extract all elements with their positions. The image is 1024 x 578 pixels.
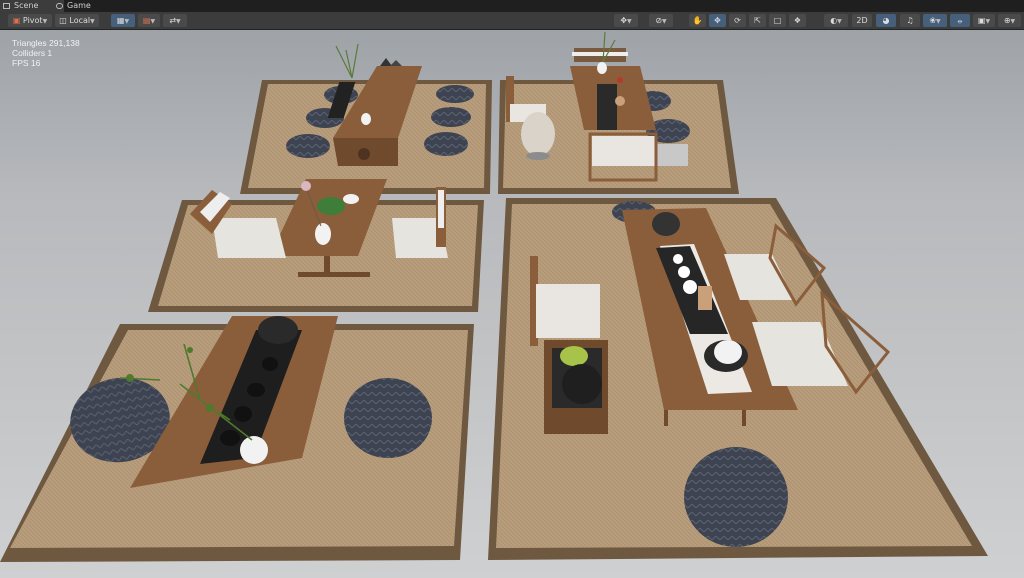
- move-tool-button[interactable]: ✥: [709, 14, 726, 27]
- effects-dropdown[interactable]: ❀▼: [923, 14, 947, 27]
- rect-tool-icon: □: [773, 16, 782, 25]
- transform-icon: ❖: [793, 16, 802, 25]
- paper-lantern[interactable]: [521, 112, 555, 156]
- scene-stats-overlay: Triangles 291,138 Colliders 1 FPS 16: [12, 38, 80, 68]
- toggle-2d-button[interactable]: 2D: [852, 14, 872, 27]
- scale-icon: ⇱: [754, 16, 761, 25]
- gizmo-globe-icon: ⊕: [1003, 16, 1011, 25]
- move-icon: ✥: [714, 16, 721, 25]
- tatami-set-bottom-left[interactable]: [0, 316, 474, 562]
- local-cube-icon: ◫: [59, 16, 67, 25]
- shading-mode-dropdown[interactable]: ◐▼: [824, 14, 848, 27]
- potted-plant: [560, 346, 588, 366]
- hand-tool-button[interactable]: ✋: [689, 14, 706, 27]
- vase[interactable]: [361, 113, 371, 125]
- scene-3d-render[interactable]: [0, 30, 1024, 578]
- draw-mode-dropdown[interactable]: ⊘▼: [649, 14, 673, 27]
- pivot-icon: ▣: [12, 16, 21, 25]
- tab-scene-label: Scene: [14, 1, 39, 10]
- hand-icon: ✋: [692, 16, 703, 25]
- eye-slash-icon: ⦵: [956, 16, 964, 25]
- move-tools-dropdown[interactable]: ✥▼: [614, 14, 638, 27]
- tab-game-label: Game: [67, 1, 91, 10]
- tab-game[interactable]: Game: [53, 0, 107, 12]
- seat-cushion[interactable]: [212, 218, 286, 258]
- fps-readout: FPS 16: [12, 58, 41, 68]
- audio-toggle-button[interactable]: ♫: [900, 14, 920, 27]
- lighting-toggle-button[interactable]: ◕: [876, 14, 896, 27]
- teapot[interactable]: [652, 212, 680, 236]
- floor-cushion[interactable]: [286, 134, 330, 158]
- hidden-objects-toggle[interactable]: ⦵: [950, 14, 970, 27]
- tatami-set-right[interactable]: [488, 198, 988, 560]
- white-teapot[interactable]: [714, 340, 742, 364]
- triangles-count: Triangles 291,138: [12, 38, 80, 48]
- gizmos-dropdown[interactable]: ⊕▼: [998, 14, 1021, 27]
- rotate-tool-button[interactable]: ⟳: [729, 14, 746, 27]
- mode-2d-label: 2D: [856, 16, 868, 25]
- floor-cushion[interactable]: [344, 378, 432, 458]
- pivot-dropdown[interactable]: ▣ Pivot▼: [8, 14, 52, 27]
- tatami-set-top-left[interactable]: [240, 43, 492, 194]
- floor-cushion[interactable]: [436, 85, 474, 103]
- folded-towels: [656, 144, 688, 166]
- scale-tool-button[interactable]: ⇱: [749, 14, 766, 27]
- grid-snapping-button[interactable]: ▦▼: [111, 14, 135, 27]
- tatami-set-middle-left[interactable]: [148, 179, 484, 312]
- grid-visibility-button[interactable]: ▤▼: [138, 14, 160, 27]
- window-tab-bar: Scene Game: [0, 0, 1024, 12]
- camera-settings-dropdown[interactable]: ▣▼: [973, 14, 995, 27]
- lightbulb-icon: ◕: [882, 16, 890, 25]
- scene-toolbar: ▣ Pivot▼ ◫ Local▼ ▦▼ ▤▼ ⇄▼ ✥▼ ⊘▼ ✋ ✥ ⟳ ⇱…: [0, 12, 1024, 30]
- rect-tool-button[interactable]: □: [769, 14, 786, 27]
- chevron-down-icon: ▼: [90, 18, 95, 25]
- gamepad-icon: [56, 3, 63, 9]
- leaf-plate: [317, 197, 345, 215]
- chevron-down-icon: ▼: [42, 18, 48, 25]
- rotate-icon: ⟳: [734, 16, 741, 25]
- vase[interactable]: [240, 436, 268, 464]
- transform-tool-button[interactable]: ❖: [789, 14, 806, 27]
- seat-cushion[interactable]: [592, 136, 656, 166]
- flower-vase[interactable]: [315, 223, 331, 245]
- vase[interactable]: [597, 62, 607, 74]
- audio-icon: ♫: [906, 16, 914, 25]
- tatami-set-top-right[interactable]: [498, 31, 739, 194]
- pivot-label: Pivot: [22, 16, 43, 25]
- colliders-count: Colliders 1: [12, 48, 53, 58]
- floor-cushion[interactable]: [684, 447, 788, 547]
- local-label: Local: [69, 16, 91, 25]
- floor-cushion[interactable]: [431, 107, 471, 127]
- floor-cushion[interactable]: [424, 132, 468, 156]
- local-dropdown[interactable]: ◫ Local▼: [55, 14, 99, 27]
- seat-cushion[interactable]: [536, 284, 600, 338]
- grid-icon: [3, 3, 10, 9]
- increment-snap-button[interactable]: ⇄▼: [163, 14, 187, 27]
- teapot[interactable]: [258, 316, 298, 344]
